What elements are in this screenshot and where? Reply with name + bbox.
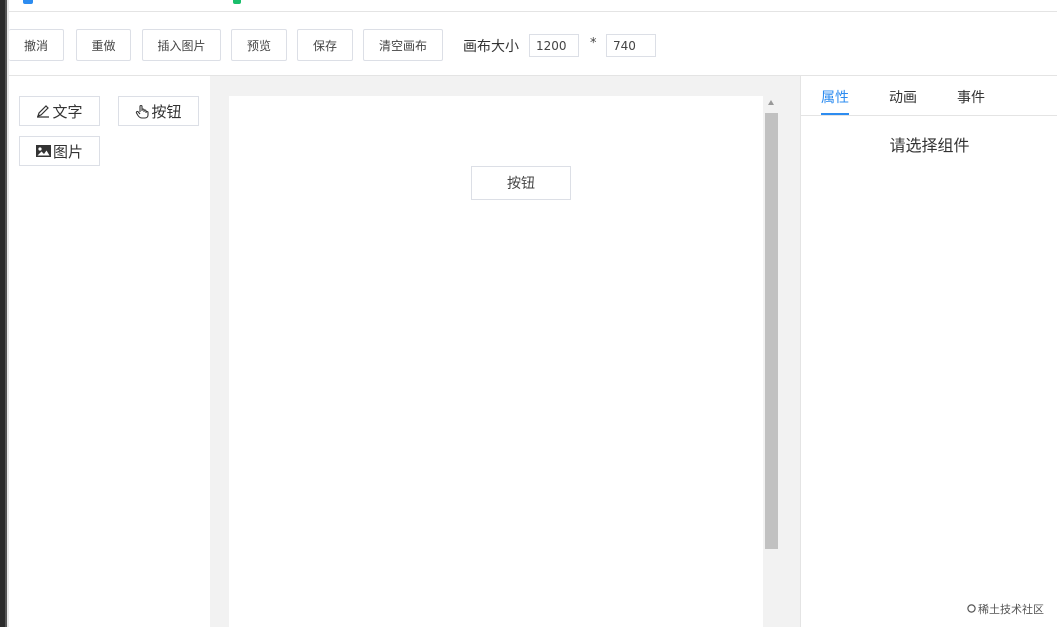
empty-selection-hint: 请选择组件 [889,136,970,155]
editor-area: 按钮 [210,76,800,627]
canvas-button-element[interactable]: 按钮 [471,166,571,200]
image-icon [35,145,51,157]
hand-pointer-icon [135,104,150,119]
tab-animation[interactable]: 动画 [889,87,917,107]
button-component-button[interactable]: 按钮 [118,96,199,126]
top-nav-remnant [9,0,1057,12]
nav-indicator [233,0,241,4]
image-component-label: 图片 [52,142,83,161]
canvas-size-label: 画布大小 [463,39,519,55]
watermark: 稀土技术社区 [967,601,1044,617]
button-component-label: 按钮 [151,102,182,121]
toolbar: 撤消 重做 插入图片 预览 保存 清空画布 画布大小 * [9,12,1057,76]
clear-canvas-button[interactable]: 清空画布 [363,29,443,61]
window-edge [0,0,9,627]
insert-image-button[interactable]: 插入图片 [142,29,221,61]
active-tab-indicator [821,113,849,115]
canvas-width-input[interactable] [529,34,579,57]
nav-indicator [23,0,33,4]
tab-events[interactable]: 事件 [957,87,985,107]
watermark-text: 稀土技术社区 [978,603,1044,616]
design-canvas[interactable]: 按钮 [229,96,763,627]
panel-tabs: 属性 动画 事件 [801,76,1057,116]
pencil-icon [36,104,50,118]
tab-attributes[interactable]: 属性 [821,87,849,107]
property-panel: 属性 动画 事件 请选择组件 [800,76,1057,627]
times-sign: * [590,36,597,51]
image-component-button[interactable]: 图片 [19,136,100,166]
preview-button[interactable]: 预览 [231,29,287,61]
text-component-button[interactable]: 文字 [19,96,100,126]
scroll-thumb[interactable] [765,113,778,549]
redo-button[interactable]: 重做 [76,29,131,61]
undo-button[interactable]: 撤消 [9,29,64,61]
canvas-scrollbar[interactable] [763,96,780,627]
component-panel: 文字 按钮 图片 [9,76,210,627]
juejin-logo-icon [967,603,976,616]
save-button[interactable]: 保存 [297,29,353,61]
canvas-height-input[interactable] [606,34,656,57]
text-component-label: 文字 [52,102,83,121]
scroll-up-arrow-icon[interactable] [768,100,774,105]
